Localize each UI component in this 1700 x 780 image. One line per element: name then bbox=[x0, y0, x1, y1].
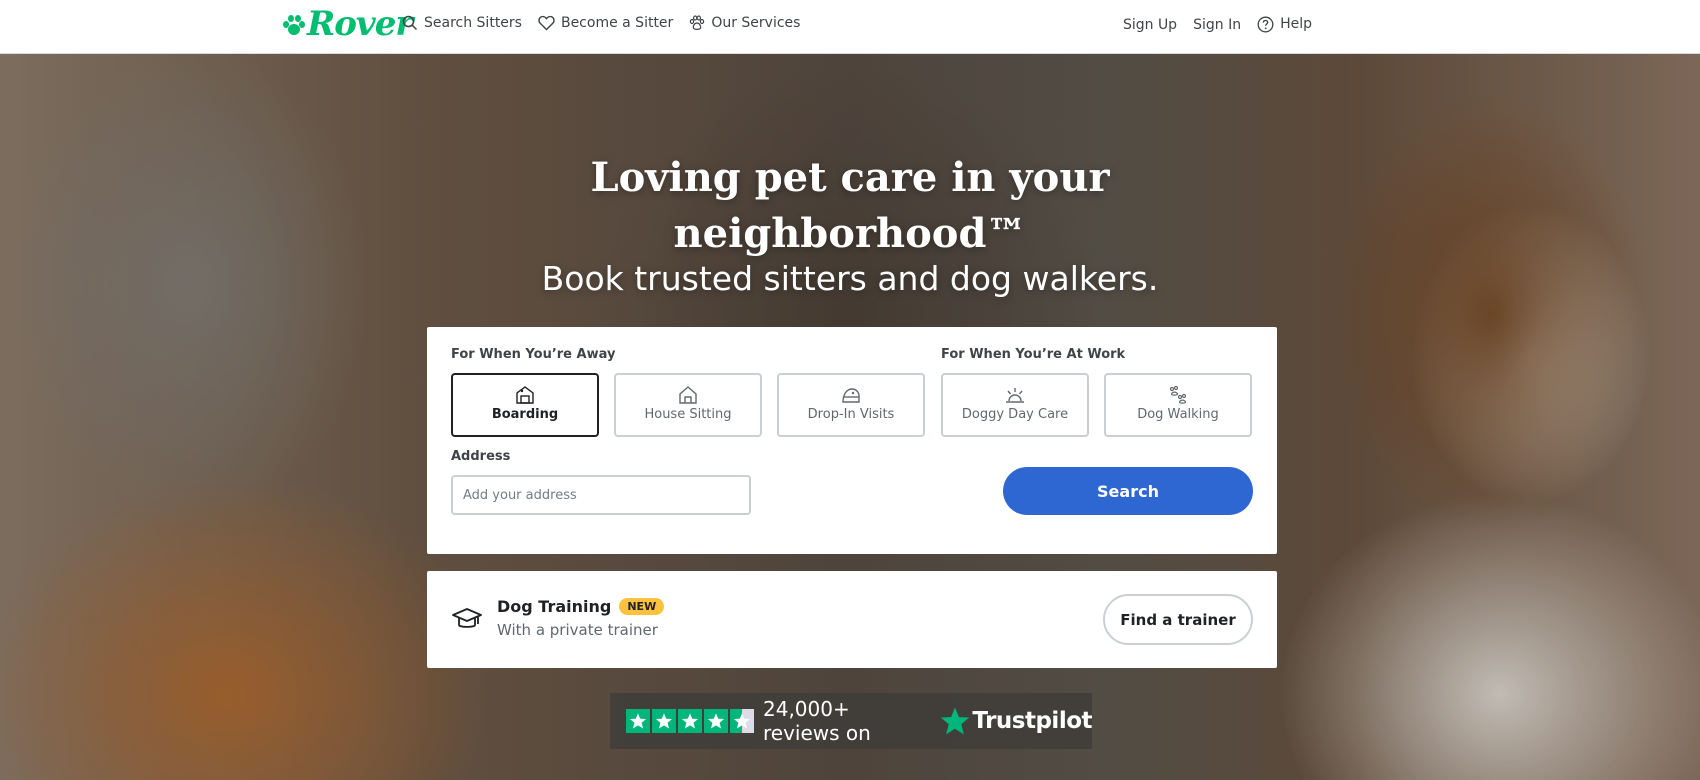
trustpilot-rating-stars bbox=[626, 709, 754, 733]
hero-section: Loving pet care in your neighborhood™ Bo… bbox=[0, 54, 1700, 780]
trustpilot-logo: Trustpilot bbox=[940, 706, 1092, 736]
sign-up-link[interactable]: Sign Up bbox=[1123, 14, 1177, 36]
star-icon bbox=[678, 709, 702, 733]
search-card: For When You’re Away For When You’re At … bbox=[427, 327, 1277, 554]
graduation-cap-icon bbox=[452, 608, 482, 628]
service-drop-in-label: Drop-In Visits bbox=[807, 407, 895, 422]
help-icon bbox=[1257, 16, 1274, 32]
nav-search-sitters-label: Search Sitters bbox=[424, 15, 522, 31]
boarding-icon bbox=[516, 386, 534, 404]
trustpilot-reviews-text: 24,000+ reviews on bbox=[763, 697, 871, 745]
service-dog-walking-button[interactable]: Dog Walking bbox=[1104, 373, 1252, 437]
heart-icon bbox=[538, 15, 555, 31]
trustpilot-brand-text: Trustpilot bbox=[972, 708, 1092, 734]
hero-title: Loving pet care in your neighborhood™ bbox=[0, 150, 1700, 262]
dog-training-title-text: Dog Training bbox=[497, 597, 612, 616]
dog-training-title: Dog Training NEW bbox=[497, 597, 665, 616]
sun-icon bbox=[1006, 388, 1024, 403]
help-label: Help bbox=[1280, 16, 1312, 32]
group-label-work: For When You’re At Work bbox=[941, 347, 1126, 362]
nav-become-sitter-label: Become a Sitter bbox=[560, 15, 674, 31]
service-day-care-label: Doggy Day Care bbox=[961, 407, 1069, 422]
nav-our-services-label: Our Services bbox=[711, 15, 801, 31]
star-icon bbox=[626, 709, 650, 733]
help-link[interactable]: Help bbox=[1257, 13, 1312, 35]
half-star-icon bbox=[730, 709, 754, 733]
service-house-sitting-button[interactable]: House Sitting bbox=[614, 373, 762, 437]
service-day-care-button[interactable]: Doggy Day Care bbox=[941, 373, 1089, 437]
hero-title-line1: Loving pet care in your bbox=[590, 154, 1110, 201]
star-icon bbox=[652, 709, 676, 733]
service-house-sitting-label: House Sitting bbox=[644, 407, 732, 422]
group-label-away: For When You’re Away bbox=[451, 347, 616, 362]
paw-prints-icon bbox=[1169, 385, 1187, 404]
trustpilot-star-icon bbox=[941, 707, 970, 735]
house-icon bbox=[679, 386, 697, 404]
hero-subtitle: Book trusted sitters and dog walkers. bbox=[541, 259, 1159, 298]
nav-become-sitter[interactable]: Become a Sitter bbox=[538, 12, 673, 34]
hero-title-line2: neighborhood™ bbox=[673, 210, 1027, 257]
address-label: Address bbox=[451, 449, 511, 464]
service-boarding-label: Boarding bbox=[491, 407, 559, 422]
top-nav: Rover Search Sitters Become a Sitter Our… bbox=[0, 0, 1700, 54]
paw-icon bbox=[690, 15, 705, 30]
paw-logo-icon bbox=[281, 12, 305, 36]
sign-in-label: Sign In bbox=[1193, 17, 1242, 33]
sign-in-link[interactable]: Sign In bbox=[1193, 14, 1241, 36]
service-boarding-button[interactable]: Boarding bbox=[451, 373, 599, 437]
nav-search-sitters[interactable]: Search Sitters bbox=[402, 12, 522, 34]
search-icon bbox=[402, 15, 418, 31]
drop-in-icon bbox=[842, 388, 860, 403]
sign-up-label: Sign Up bbox=[1122, 17, 1178, 33]
nav-left: Search Sitters Become a Sitter Our Servi… bbox=[402, 12, 800, 34]
service-dog-walking-label: Dog Walking bbox=[1137, 407, 1219, 422]
dog-training-subtitle: With a private trainer bbox=[497, 621, 658, 639]
nav-right: Sign Up Sign In Help bbox=[1123, 12, 1312, 36]
trustpilot-banner[interactable]: 24,000+ reviews on Trustpilot bbox=[610, 693, 1092, 749]
new-badge: NEW bbox=[619, 598, 665, 615]
rover-logo[interactable]: Rover bbox=[281, 4, 413, 44]
star-icon bbox=[704, 709, 728, 733]
service-drop-in-button[interactable]: Drop-In Visits bbox=[777, 373, 925, 437]
search-button[interactable]: Search bbox=[1003, 467, 1253, 515]
dog-training-card: Dog Training NEW With a private trainer … bbox=[427, 571, 1277, 668]
find-trainer-button[interactable]: Find a trainer bbox=[1103, 594, 1253, 645]
logo-wordmark: Rover bbox=[307, 4, 413, 44]
nav-our-services[interactable]: Our Services bbox=[689, 12, 800, 34]
address-input[interactable] bbox=[451, 475, 751, 515]
